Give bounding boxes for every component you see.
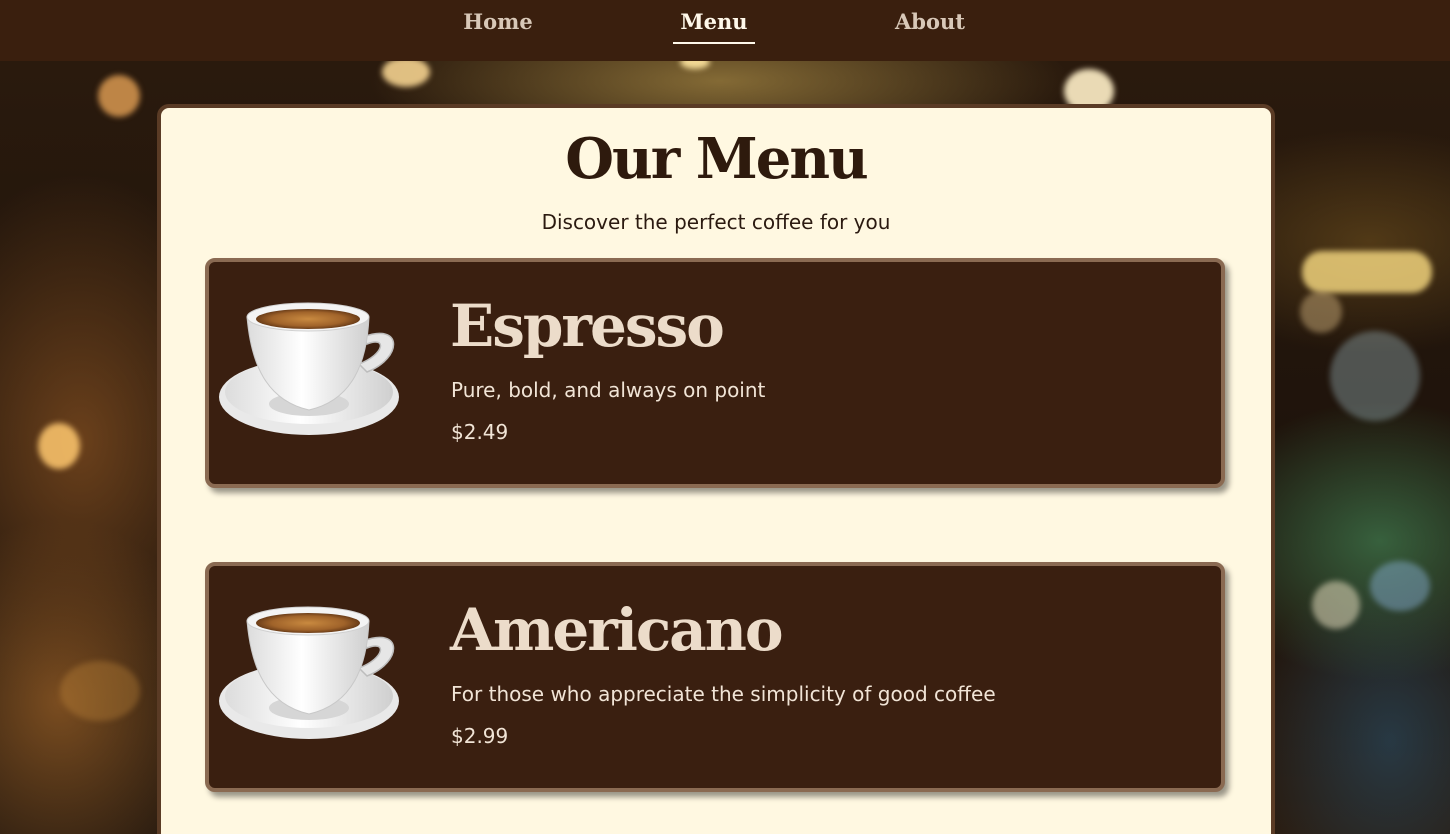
bokeh-light — [1312, 581, 1360, 629]
bokeh-light — [382, 61, 430, 87]
menu-item-description: For those who appreciate the simplicity … — [451, 682, 996, 706]
menu-item-price: $2.99 — [451, 724, 509, 748]
menu-panel: Our Menu Discover the perfect coffee for… — [157, 104, 1275, 834]
bokeh-light — [1330, 331, 1420, 421]
bokeh-light — [1300, 291, 1342, 333]
menu-item-card[interactable]: Americano For those who appreciate the s… — [205, 562, 1225, 792]
menu-item-price: $2.49 — [451, 420, 509, 444]
menu-item-card[interactable]: Espresso Pure, bold, and always on point… — [205, 258, 1225, 488]
menu-item-description: Pure, bold, and always on point — [451, 378, 766, 402]
top-navigation-bar: Home Menu About — [0, 0, 1450, 61]
nav-link-home[interactable]: Home — [460, 6, 536, 42]
menu-item-name: Espresso — [450, 292, 725, 360]
menu-item-name: Americano — [450, 596, 784, 664]
coffee-cup-icon — [219, 606, 399, 739]
page-subtitle: Discover the perfect coffee for you — [541, 210, 891, 234]
bokeh-light — [1302, 251, 1432, 293]
bokeh-light — [38, 423, 80, 469]
nav-link-about[interactable]: About — [892, 6, 968, 42]
coffee-cup-icon — [219, 302, 399, 435]
bokeh-light — [60, 661, 140, 721]
bokeh-light — [98, 75, 140, 117]
bokeh-light — [680, 61, 710, 69]
page-title: Our Menu — [565, 126, 869, 192]
nav-link-menu[interactable]: Menu — [673, 6, 755, 44]
bokeh-light — [1370, 561, 1430, 611]
